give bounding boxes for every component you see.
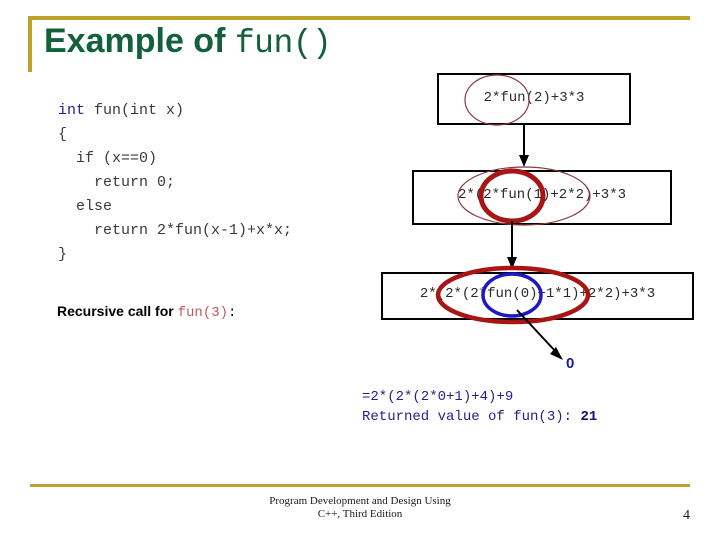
page-title: Example of fun()	[44, 22, 332, 63]
recursion-box-expression: 2*fun(2)+3*3	[483, 90, 585, 106]
arrow-head-level2-to-level3	[507, 257, 517, 269]
title-accent-bar-horizontal	[28, 16, 690, 20]
recursive-call-function: fun(3)	[177, 305, 229, 321]
recursion-box-level-3: 2*(2*(2*fun(0)+1*1)+2*2)+3*3	[381, 272, 694, 320]
footer-citation-line2: C++, Third Edition	[317, 508, 403, 520]
code-line-else: else	[58, 198, 113, 215]
recursion-box-expression: 2*(2*(2*fun(0)+1*1)+2*2)+3*3	[419, 286, 656, 302]
result-lines: =2*(2*(2*0+1)+4)+9 Returned value of fun…	[362, 387, 597, 427]
code-line-close-brace: }	[58, 246, 68, 263]
recursion-box-level-1: 2*fun(2)+3*3	[437, 73, 631, 125]
page-title-code: fun()	[234, 25, 332, 62]
code-keyword-int: int	[58, 102, 86, 119]
footer-citation-line1: Program Development and Design Using	[269, 495, 451, 507]
arrow-head-return-zero	[550, 347, 563, 360]
slide-canvas: Example of fun() int fun(int x) { if (x=…	[0, 0, 720, 540]
footer-citation: Program Development and Design Using C++…	[0, 495, 720, 521]
page-title-text: Example of	[44, 22, 235, 60]
result-sum-line: =2*(2*(2*0+1)+4)+9	[362, 389, 514, 405]
code-line-return-zero: return 0;	[58, 174, 176, 191]
result-returned-prefix: Returned value of fun(3):	[362, 409, 581, 425]
recursion-box-level-2: 2*(2*fun(1)+2*2)+3*3	[412, 170, 672, 225]
result-returned-value: 21	[580, 409, 598, 425]
arrow-head-level1-to-level2	[519, 155, 529, 167]
code-signature-rest: fun(int x)	[85, 102, 185, 119]
code-line-if: if (x==0)	[58, 150, 158, 167]
footer-divider	[30, 484, 690, 487]
returned-zero-value: 0	[566, 355, 575, 372]
page-number: 4	[683, 508, 690, 523]
code-line-return-expr: return 2*fun(x-1)+x*x;	[58, 222, 293, 239]
recursive-call-colon: :	[228, 305, 237, 321]
code-block: int fun(int x) { if (x==0) return 0; els…	[58, 99, 292, 267]
recursive-call-prefix: Recursive call for	[57, 303, 178, 319]
title-accent-bar-vertical	[28, 16, 32, 72]
recursive-call-label: Recursive call for fun(3):	[57, 303, 236, 321]
code-line-open-brace: {	[58, 126, 68, 143]
recursion-box-expression: 2*(2*fun(1)+2*2)+3*3	[457, 187, 627, 203]
